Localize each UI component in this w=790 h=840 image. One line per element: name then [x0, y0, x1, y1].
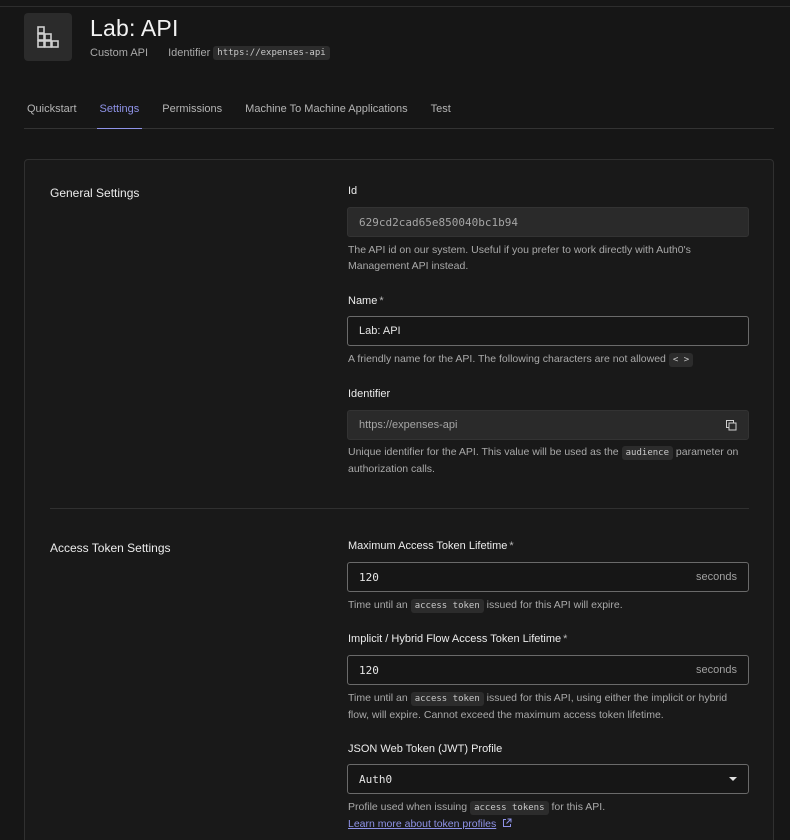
max-lifetime-value: 120 — [359, 570, 379, 584]
access-token-chip: access token — [410, 599, 484, 613]
implicit-lifetime-unit: seconds — [696, 664, 737, 676]
identifier-value: https://expenses-api — [359, 419, 458, 431]
jwt-profile-select[interactable]: Auth0 — [347, 764, 749, 794]
id-label: Id — [348, 185, 358, 197]
tab-test[interactable]: Test — [428, 100, 454, 129]
max-lifetime-help: Time until an access token issued for thi… — [348, 599, 623, 613]
page-title: Lab: API — [90, 15, 179, 41]
audience-chip: audience — [621, 446, 673, 460]
chevron-down-icon — [729, 777, 737, 781]
id-value: 629cd2cad65e850040bc1b94 — [359, 215, 518, 229]
identifier-help: Unique identifier for the API. This valu… — [348, 446, 739, 475]
tab-quickstart[interactable]: Quickstart — [24, 100, 80, 129]
access-token-chip: access token — [410, 692, 484, 706]
api-type: Custom API — [90, 47, 149, 59]
api-meta: Custom API Identifier https://expenses-a… — [90, 46, 330, 60]
section-divider — [50, 508, 749, 509]
name-label: Name * — [348, 295, 384, 307]
token-profiles-link-row: Learn more about token profiles — [348, 816, 748, 832]
general-settings-title: General Settings — [50, 186, 140, 200]
tab-settings[interactable]: Settings — [96, 100, 143, 129]
settings-panel: General Settings Id 629cd2cad65e850040bc… — [24, 159, 774, 840]
id-help: The API id on our system. Useful if you … — [348, 244, 691, 272]
implicit-lifetime-input[interactable]: 120 seconds — [347, 655, 749, 685]
access-token-settings-title: Access Token Settings — [50, 541, 171, 555]
token-profiles-link[interactable]: Learn more about token profiles — [348, 818, 496, 830]
api-avatar — [24, 13, 72, 61]
implicit-lifetime-label: Implicit / Hybrid Flow Access Token Life… — [348, 633, 568, 645]
jwt-profile-help: Profile used when issuing access tokens f… — [348, 801, 606, 815]
tab-machine-to-machine[interactable]: Machine To Machine Applications — [242, 100, 410, 129]
name-value: Lab: API — [359, 325, 401, 337]
top-divider — [0, 6, 790, 7]
identifier-label: Identifier — [168, 47, 211, 59]
copy-icon[interactable] — [726, 419, 737, 431]
tab-bar: Quickstart Settings Permissions Machine … — [24, 100, 774, 129]
external-link-icon — [503, 818, 512, 827]
implicit-lifetime-help: Time until an access token issued for thi… — [348, 692, 728, 721]
access-tokens-chip: access tokens — [470, 801, 549, 815]
max-lifetime-input[interactable]: 120 seconds — [347, 562, 749, 592]
jwt-profile-label: JSON Web Token (JWT) Profile — [348, 743, 503, 755]
max-lifetime-label: Maximum Access Token Lifetime * — [348, 540, 514, 552]
name-input[interactable]: Lab: API — [347, 316, 749, 346]
max-lifetime-unit: seconds — [696, 571, 737, 583]
disallowed-chars-chip: < > — [668, 353, 694, 367]
name-help: A friendly name for the API. The followi… — [348, 351, 748, 368]
tab-permissions[interactable]: Permissions — [159, 100, 225, 129]
id-field[interactable]: 629cd2cad65e850040bc1b94 — [347, 207, 749, 237]
building-icon — [37, 26, 59, 48]
identifier-chip: https://expenses-api — [213, 46, 330, 60]
implicit-lifetime-value: 120 — [359, 663, 379, 677]
identifier-field[interactable]: https://expenses-api — [347, 410, 749, 440]
jwt-profile-value: Auth0 — [359, 772, 393, 786]
identifier-field-label: Identifier — [348, 388, 391, 400]
